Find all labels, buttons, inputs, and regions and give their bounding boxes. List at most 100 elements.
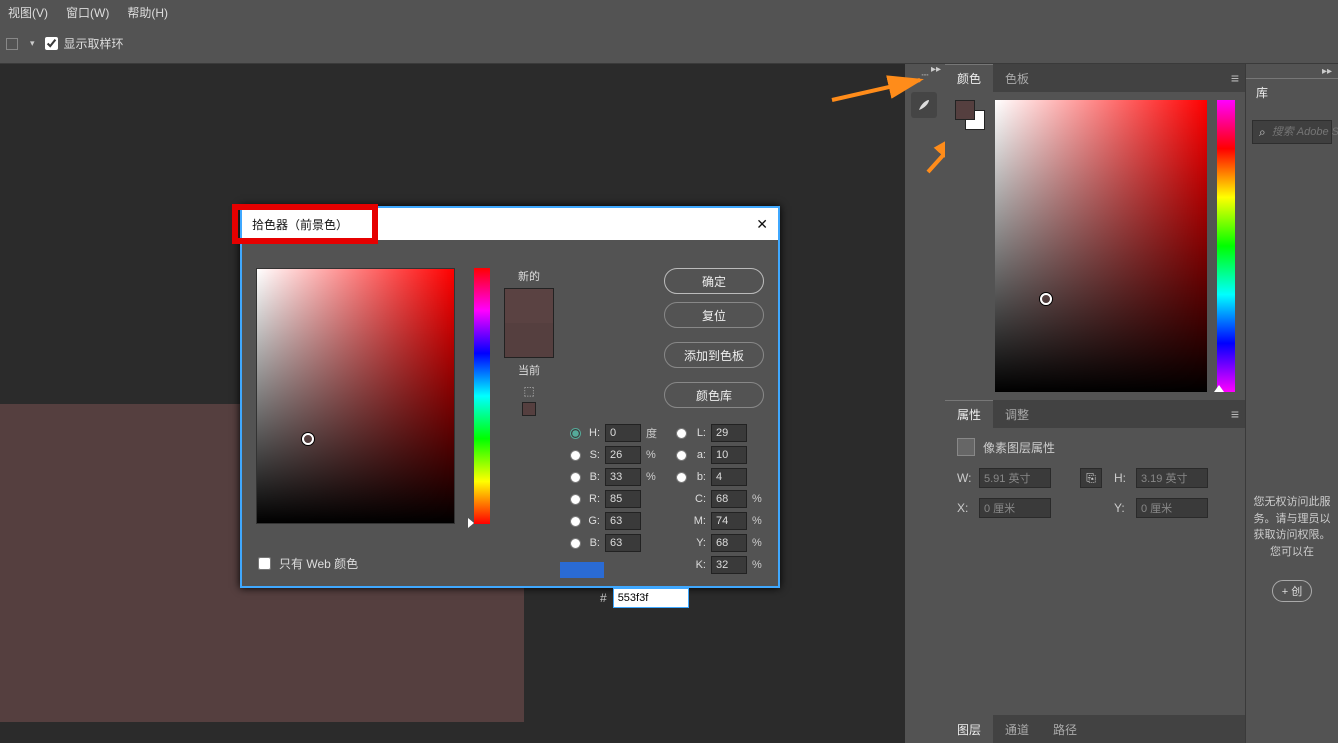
current-label: 当前 <box>518 362 540 378</box>
properties-panel: 像素图层属性 W: ⎘ H: X: Y: <box>945 428 1245 528</box>
library-search-input[interactable] <box>1272 126 1338 138</box>
tab-color[interactable]: 颜色 <box>945 64 993 92</box>
nearest-color-swatch[interactable] <box>522 402 536 416</box>
library-access-msg: 您无权访问此服务。请与理员以获取访问权限。您可以在 <box>1246 494 1338 560</box>
r-input[interactable] <box>605 490 641 508</box>
ok-button[interactable]: 确定 <box>664 268 764 294</box>
yk-input[interactable] <box>711 534 747 552</box>
reset-button[interactable]: 复位 <box>664 302 764 328</box>
close-icon[interactable]: ✕ <box>756 216 768 233</box>
h-unit: 度 <box>646 425 658 441</box>
m-unit: % <box>752 515 764 527</box>
library-search[interactable]: ⌕ <box>1252 120 1332 144</box>
color-field[interactable] <box>995 100 1207 392</box>
k-input[interactable] <box>711 556 747 574</box>
w-input[interactable] <box>979 468 1051 488</box>
dock-grip[interactable]: ┄ <box>905 68 945 82</box>
hue-column[interactable] <box>471 268 488 524</box>
hex-input[interactable] <box>613 588 689 608</box>
saturation-field[interactable] <box>256 268 455 524</box>
search-icon: ⌕ <box>1259 125 1266 140</box>
sample-ring-check[interactable] <box>45 37 58 50</box>
tab-paths[interactable]: 路径 <box>1041 715 1089 743</box>
radio-b[interactable] <box>570 472 581 483</box>
link-wh-icon[interactable]: ⎘ <box>1080 468 1102 488</box>
add-to-swatches-button[interactable]: 添加到色板 <box>664 342 764 368</box>
color-picker-dialog: 拾色器（前景色） ✕ 新的 当前 ⬚ 确定 复位 添加到色板 <box>240 206 780 588</box>
radio-l[interactable] <box>676 428 687 439</box>
c-input[interactable] <box>711 490 747 508</box>
lb-input[interactable] <box>711 468 747 486</box>
radio-s[interactable] <box>570 450 581 461</box>
h-label: H: <box>1114 471 1132 485</box>
gamut-warn-icon[interactable]: ⬚ <box>523 384 534 398</box>
h-input[interactable] <box>605 424 641 442</box>
s-label: S: <box>586 449 600 461</box>
g-label: G: <box>586 515 600 527</box>
tab-properties[interactable]: 属性 <box>945 400 993 428</box>
radio-a[interactable] <box>676 450 687 461</box>
tab-libraries[interactable]: 库 <box>1246 78 1338 106</box>
tab-swatches[interactable]: 色板 <box>993 64 1041 92</box>
l-input[interactable] <box>711 424 747 442</box>
properties-title: 像素图层属性 <box>983 439 1055 456</box>
tab-channels[interactable]: 通道 <box>993 715 1041 743</box>
web-only-check[interactable] <box>258 557 271 570</box>
a-label: a: <box>692 449 706 461</box>
b-unit: % <box>646 471 658 483</box>
x-input[interactable] <box>979 498 1051 518</box>
m-input[interactable] <box>711 512 747 530</box>
radio-lb[interactable] <box>676 472 687 483</box>
menu-view[interactable]: 视图(V) <box>8 4 48 21</box>
color-panel <box>945 92 1245 400</box>
b-input[interactable] <box>605 468 641 486</box>
s-unit: % <box>646 449 658 461</box>
menu-help[interactable]: 帮助(H) <box>127 4 168 21</box>
h-input[interactable] <box>1136 468 1208 488</box>
s-input[interactable] <box>605 446 641 464</box>
new-label: 新的 <box>518 268 540 284</box>
saturation-cursor[interactable] <box>302 433 314 445</box>
radio-h[interactable] <box>570 428 581 439</box>
radio-bb[interactable] <box>570 538 581 549</box>
sample-ring-checkbox[interactable]: 显示取样环 <box>45 35 124 52</box>
bb-input[interactable] <box>605 534 641 552</box>
library-add-button[interactable]: + 创 <box>1272 580 1312 602</box>
options-bar: ▾ 显示取样环 <box>0 24 1338 64</box>
hue-slider-arrow[interactable] <box>468 518 474 528</box>
bb-label: B: <box>586 537 600 549</box>
radio-g[interactable] <box>570 516 581 527</box>
radio-r[interactable] <box>570 494 581 505</box>
g-input[interactable] <box>605 512 641 530</box>
panel-menu-icon[interactable]: ≡ <box>1231 406 1239 422</box>
chevron-down-icon: ▾ <box>30 38 35 49</box>
collapse-dock-icon[interactable]: ▸▸ <box>1322 66 1332 77</box>
tool-preset-drop[interactable] <box>6 38 18 50</box>
color-cursor[interactable] <box>1040 293 1052 305</box>
k-unit: % <box>752 559 764 571</box>
hex-selection-overlay <box>560 562 604 578</box>
hue-slider[interactable] <box>1214 385 1224 392</box>
layers-panel-tabs: 图层 通道 路径 <box>945 715 1245 743</box>
color-libraries-button[interactable]: 颜色库 <box>664 382 764 408</box>
web-only-checkbox[interactable]: 只有 Web 颜色 <box>258 555 358 572</box>
new-current-swatch <box>504 288 554 358</box>
m-label: M: <box>692 515 706 527</box>
new-color <box>505 289 553 323</box>
menu-window[interactable]: 窗口(W) <box>66 4 109 21</box>
panel-menu-icon[interactable]: ≡ <box>1231 70 1239 86</box>
lb-label: b: <box>692 471 706 483</box>
tab-adjustments[interactable]: 调整 <box>993 400 1041 428</box>
brush-panel-icon[interactable] <box>911 92 937 118</box>
x-label: X: <box>957 501 975 515</box>
fg-bg-swatch[interactable] <box>955 100 985 130</box>
dialog-titlebar[interactable]: 拾色器（前景色） ✕ <box>242 208 778 240</box>
y-input[interactable] <box>1136 498 1208 518</box>
hue-strip[interactable] <box>1217 100 1235 392</box>
tab-layers[interactable]: 图层 <box>945 715 993 743</box>
a-input[interactable] <box>711 446 747 464</box>
l-label: L: <box>692 427 706 439</box>
fg-swatch[interactable] <box>955 100 975 120</box>
b-label: B: <box>586 471 600 483</box>
c-label: C: <box>692 493 706 505</box>
